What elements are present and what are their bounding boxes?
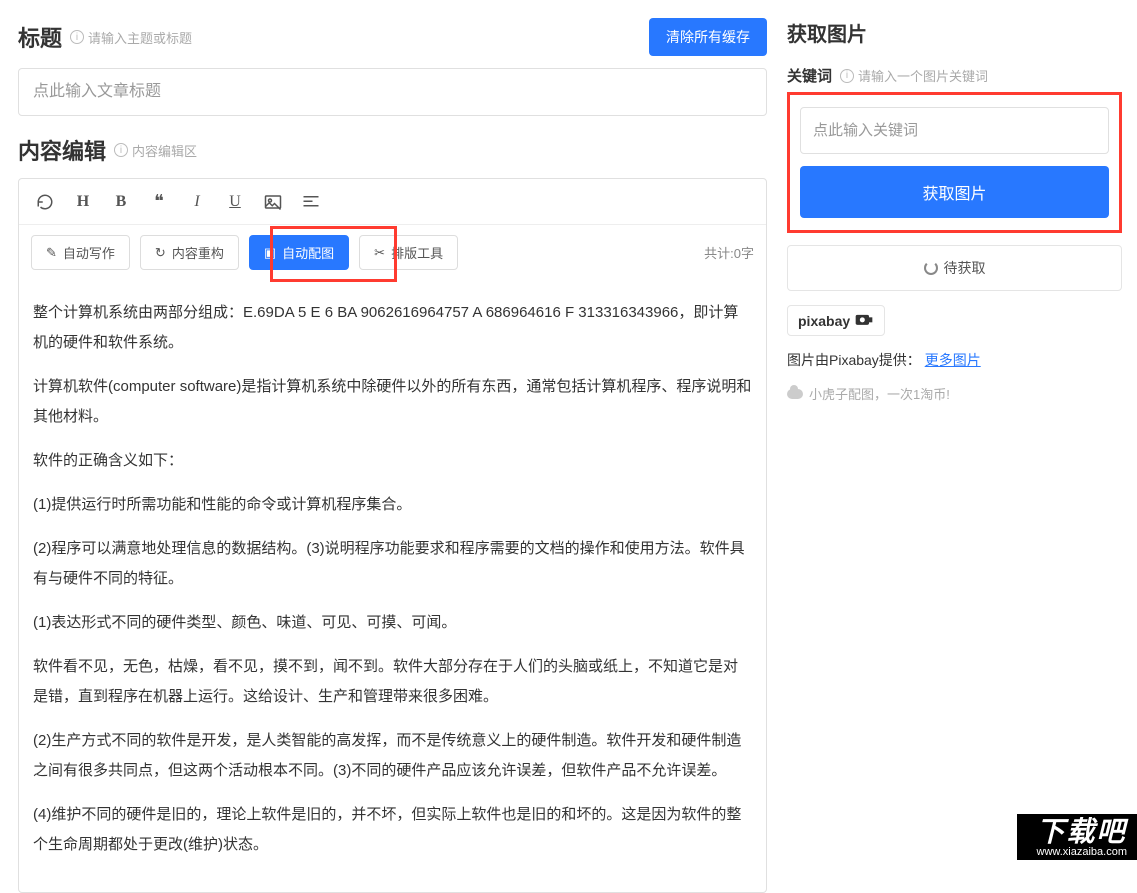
content-rebuild-button[interactable]: ↻ 内容重构 — [140, 235, 239, 270]
watermark-logo: 下载吧 — [1037, 818, 1127, 846]
main-panel: 标题 i 请输入主题或标题 清除所有缓存 内容编辑 i 内容编辑区 — [0, 0, 787, 860]
image-credit: 图片由Pixabay提供： 更多图片 — [787, 350, 1122, 370]
info-icon: i — [114, 143, 128, 157]
watermark-url: www.xiazaiba.com — [1037, 846, 1127, 858]
heading-button[interactable]: H — [73, 193, 93, 211]
layout-tool-button[interactable]: ✂ 排版工具 — [359, 235, 458, 270]
action-toolbar: ✎ 自动写作 ↻ 内容重构 ▣ 自动配图 ✂ 排版工具 共计:0字 — [19, 225, 766, 280]
content-paragraph: (2)生产方式不同的软件是开发，是人类智能的高发挥，而不是传统意义上的硬件制造。… — [33, 726, 752, 786]
insert-image-icon[interactable] — [263, 194, 283, 210]
word-count: 共计:0字 — [704, 243, 754, 262]
content-paragraph: (1)表达形式不同的硬件类型、颜色、味道、可见、可摸、可闻。 — [33, 608, 752, 638]
keyword-label-row: 关键词 i 请输入一个图片关键词 — [787, 65, 1122, 86]
editor-content[interactable]: 整个计算机系统由两部分组成：E.69DA 5 E 6 BA 9062616964… — [19, 280, 766, 892]
pending-status: 待获取 — [787, 245, 1122, 291]
title-hint: i 请输入主题或标题 — [70, 28, 192, 47]
content-edit-hint: i 内容编辑区 — [114, 141, 197, 160]
undo-icon[interactable] — [35, 193, 55, 211]
image-icon: ▣ — [264, 245, 276, 261]
underline-button[interactable]: U — [225, 193, 245, 211]
spinner-icon — [924, 261, 938, 275]
auto-write-button[interactable]: ✎ 自动写作 — [31, 235, 130, 270]
cloud-icon — [787, 389, 803, 399]
get-image-title: 获取图片 — [787, 18, 1122, 47]
watermark: 下载吧 www.xiazaiba.com — [1017, 814, 1137, 860]
tip-row: 小虎子配图，一次1淘币! — [787, 384, 1122, 403]
bold-button[interactable]: B — [111, 193, 131, 211]
keyword-input[interactable] — [800, 107, 1109, 154]
content-paragraph: 软件的正确含义如下： — [33, 446, 752, 476]
info-icon: i — [70, 30, 84, 44]
keyword-label: 关键词 — [787, 65, 832, 86]
pencil-icon: ✎ — [46, 245, 57, 261]
content-paragraph: (4)维护不同的硬件是旧的，理论上软件是旧的，并不坏，但实际上软件也是旧的和坏的… — [33, 800, 752, 860]
title-label: 标题 — [18, 21, 62, 53]
format-toolbar: H B ❝ I U — [19, 179, 766, 225]
content-paragraph: 计算机软件(computer software)是指计算机系统中除硬件以外的所有… — [33, 372, 752, 432]
sidebar-panel: 获取图片 关键词 i 请输入一个图片关键词 获取图片 待获取 pixabay 图… — [787, 0, 1137, 860]
quote-button[interactable]: ❝ — [149, 191, 169, 212]
content-paragraph: (2)程序可以满意地处理信息的数据结构。(3)说明程序功能要求和程序需要的文档的… — [33, 534, 752, 594]
content-edit-label: 内容编辑 — [18, 134, 106, 166]
keyword-hint: i 请输入一个图片关键词 — [840, 66, 988, 85]
highlight-box-sidebar: 获取图片 — [787, 92, 1122, 233]
auto-image-button[interactable]: ▣ 自动配图 — [249, 235, 349, 270]
italic-button[interactable]: I — [187, 193, 207, 211]
tools-icon: ✂ — [374, 245, 385, 261]
content-paragraph: 软件看不见，无色，枯燥，看不见，摸不到，闻不到。软件大部分存在于人们的头脑或纸上… — [33, 652, 752, 712]
title-section-header: 标题 i 请输入主题或标题 清除所有缓存 — [18, 18, 767, 56]
get-image-button[interactable]: 获取图片 — [800, 166, 1109, 218]
pixabay-logo: pixabay — [787, 305, 885, 336]
editor-box: H B ❝ I U ✎ 自动写作 ↻ 内容重构 — [18, 178, 767, 893]
refresh-icon: ↻ — [155, 245, 166, 261]
content-paragraph: 整个计算机系统由两部分组成：E.69DA 5 E 6 BA 9062616964… — [33, 298, 752, 358]
content-paragraph: (1)提供运行时所需功能和性能的命令或计算机程序集合。 — [33, 490, 752, 520]
align-left-icon[interactable] — [301, 195, 321, 209]
info-icon: i — [840, 69, 854, 83]
clear-cache-button[interactable]: 清除所有缓存 — [649, 18, 767, 56]
content-section-header: 内容编辑 i 内容编辑区 — [18, 134, 767, 166]
article-title-input[interactable] — [18, 68, 767, 116]
more-images-link[interactable]: 更多图片 — [925, 352, 981, 368]
camera-icon — [854, 312, 874, 329]
